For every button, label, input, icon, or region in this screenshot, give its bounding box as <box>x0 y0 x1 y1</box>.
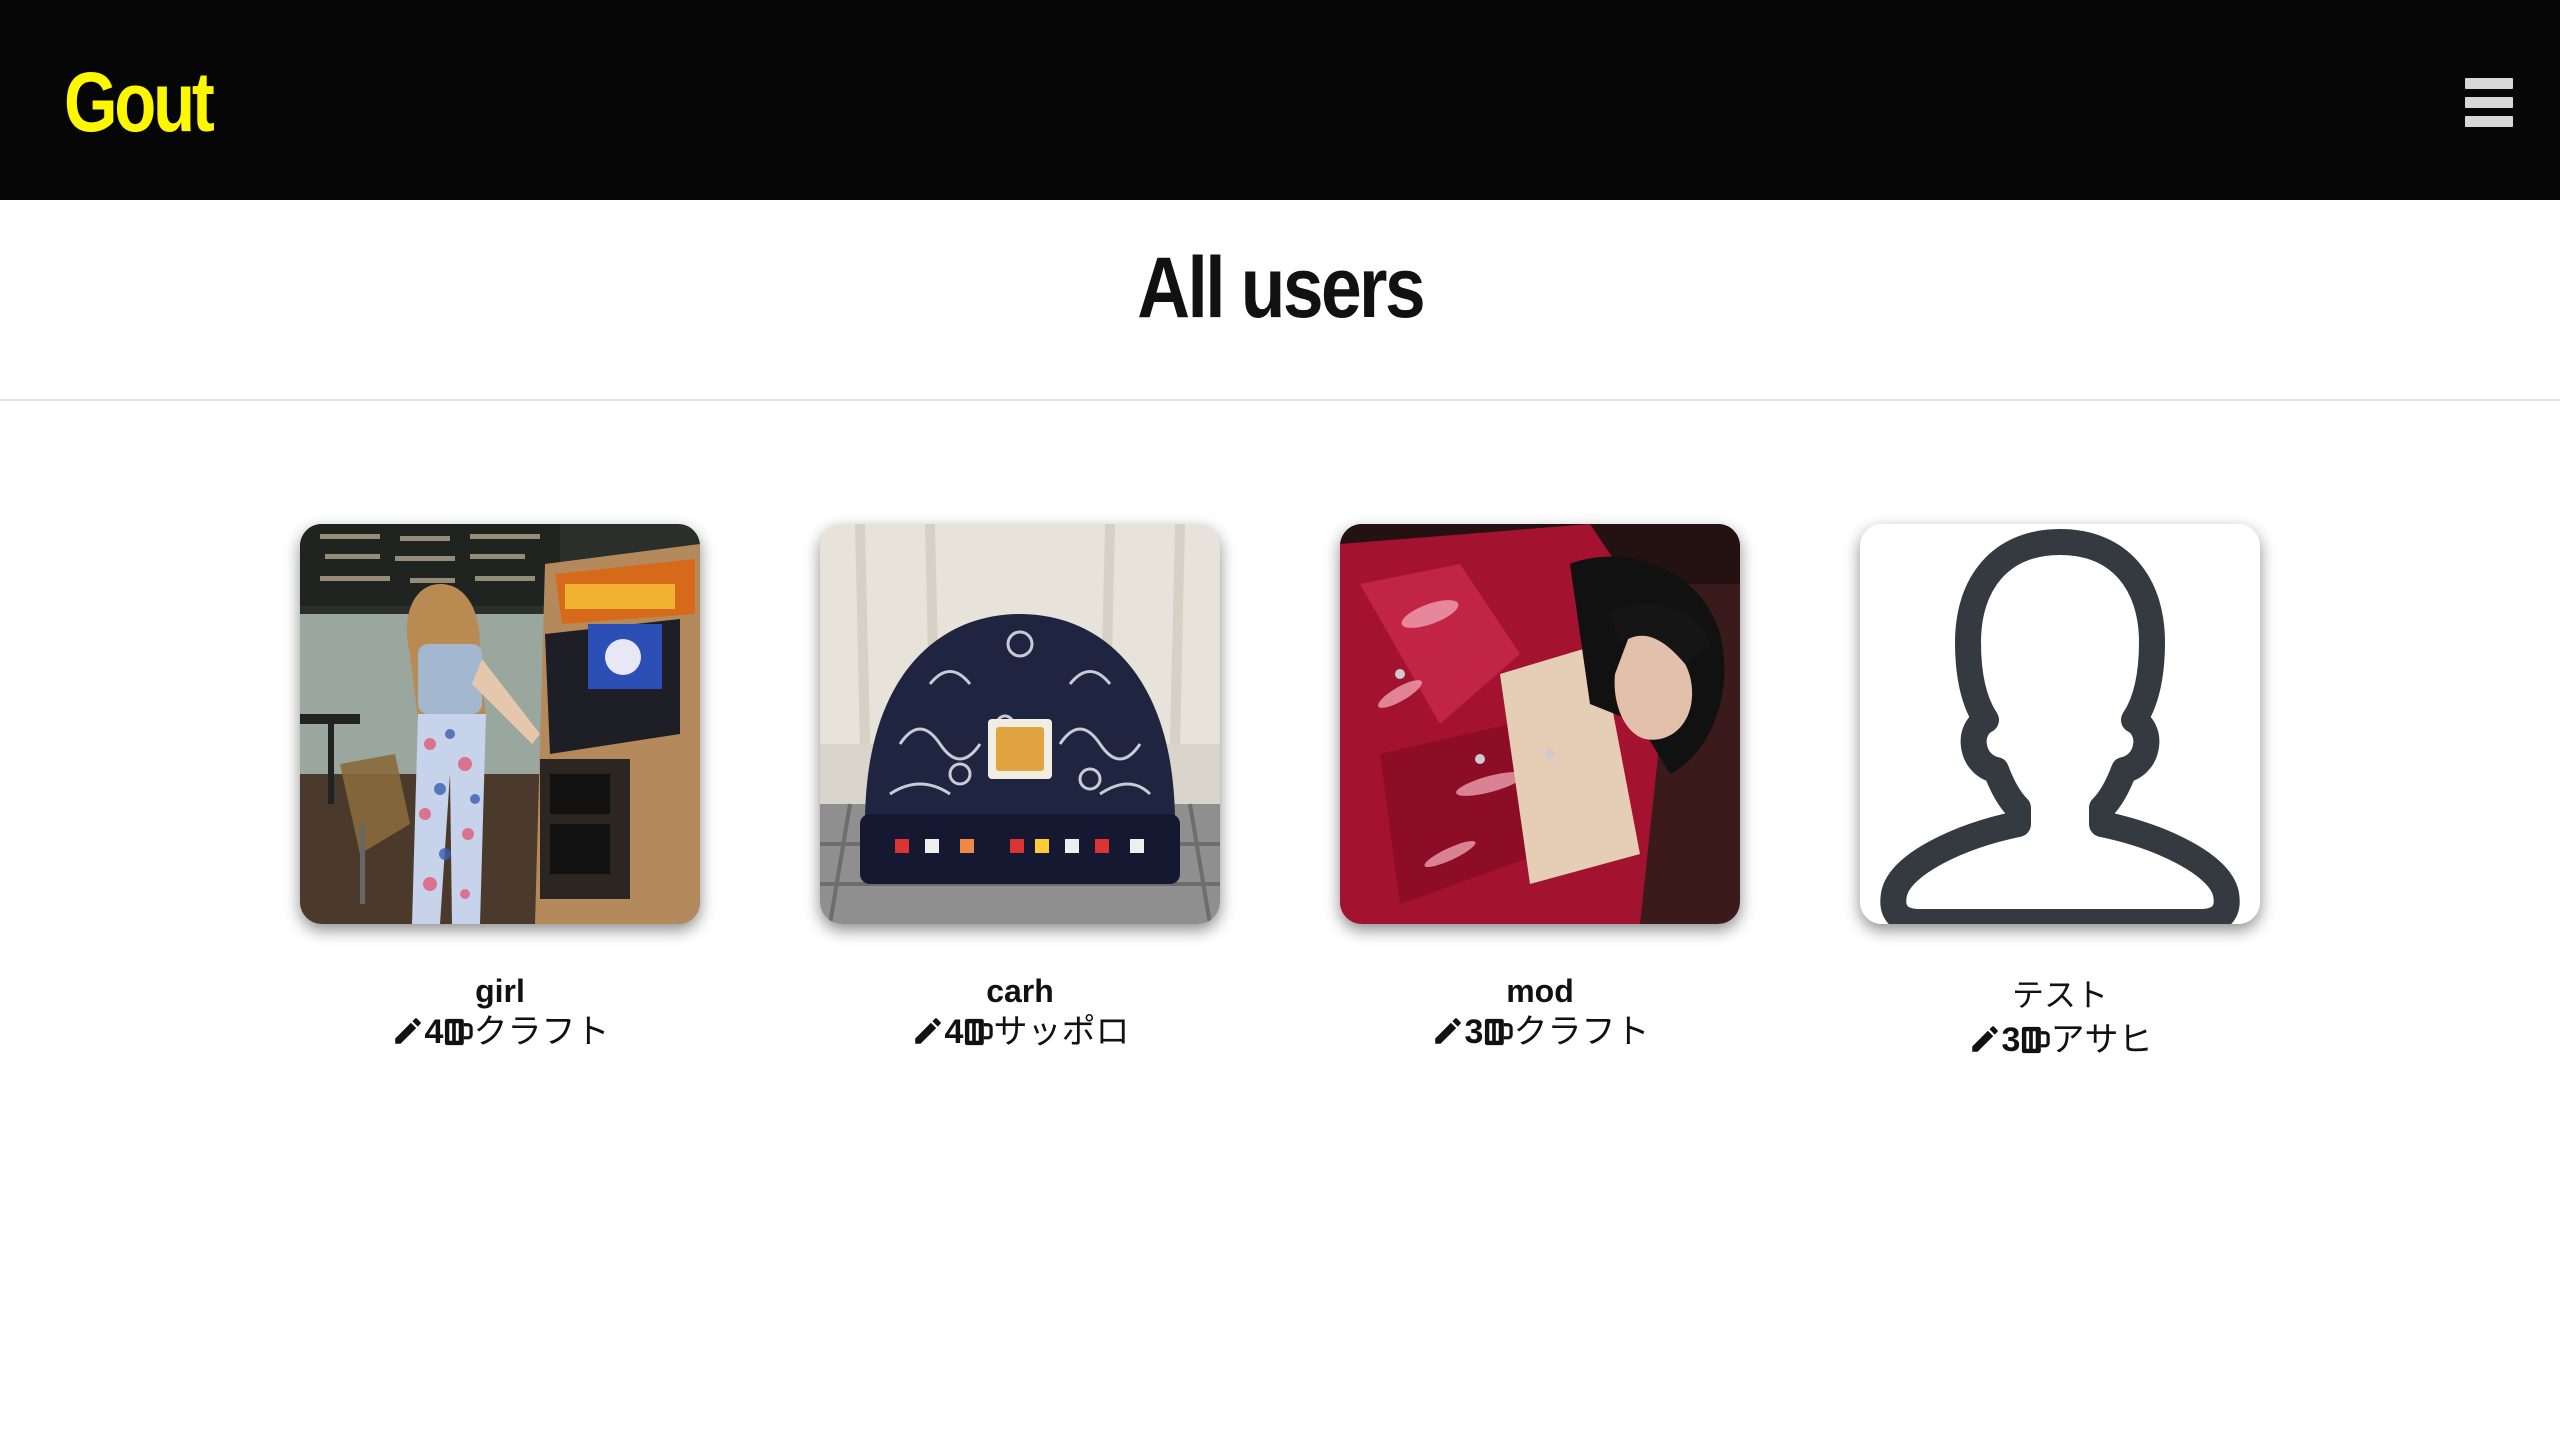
favorite-beer: クラフト <box>473 1013 610 1051</box>
user-name[interactable]: mod <box>1340 972 1740 1010</box>
avatar-photo-red-jacket <box>1340 524 1740 924</box>
menu-bar <box>2465 78 2513 89</box>
user-name[interactable]: carh <box>820 972 1220 1010</box>
logo[interactable]: Gout <box>64 54 215 150</box>
site-header: Gout <box>0 0 2560 200</box>
post-count: 3 <box>2001 1021 2021 1059</box>
pencil-icon <box>394 1018 421 1044</box>
menu-bar <box>2465 116 2513 127</box>
pencil-icon <box>914 1018 941 1044</box>
post-count: 4 <box>944 1013 964 1051</box>
avatar-photo-girl <box>300 524 700 924</box>
favorite-beer: アサヒ <box>2050 1021 2153 1059</box>
divider <box>0 399 2560 401</box>
hamburger-menu-icon[interactable] <box>2465 78 2513 128</box>
user-avatar[interactable] <box>1860 524 2260 924</box>
beer-mug-icon <box>965 1018 994 1046</box>
page-title: All users <box>1137 240 1425 336</box>
user-name[interactable]: テスト <box>1860 976 2260 1014</box>
post-count: 3 <box>1464 1013 1484 1051</box>
user-avatar[interactable] <box>820 524 1220 924</box>
favorite-beer: クラフト <box>1513 1013 1650 1051</box>
user-name[interactable]: girl <box>300 972 700 1010</box>
user-avatar[interactable] <box>1340 524 1740 924</box>
avatar-photo-beanie <box>820 524 1220 924</box>
menu-bar <box>2465 97 2513 108</box>
user-avatar[interactable] <box>300 524 700 924</box>
post-count: 4 <box>424 1013 444 1051</box>
default-user-icon <box>1860 524 2260 924</box>
user-stats: 3 クラフト <box>1340 1012 1740 1052</box>
pencil-icon <box>1971 1026 1998 1052</box>
user-stats: 4 サッポロ <box>820 1012 1220 1052</box>
favorite-beer: サッポロ <box>993 1013 1130 1051</box>
pencil-icon <box>1434 1018 1461 1044</box>
beer-mug-icon <box>1485 1018 1514 1046</box>
user-stats: 3 アサヒ <box>1860 1020 2260 1060</box>
beer-mug-icon <box>445 1018 474 1046</box>
beer-mug-icon <box>2022 1026 2051 1054</box>
user-stats: 4 クラフト <box>300 1012 700 1052</box>
